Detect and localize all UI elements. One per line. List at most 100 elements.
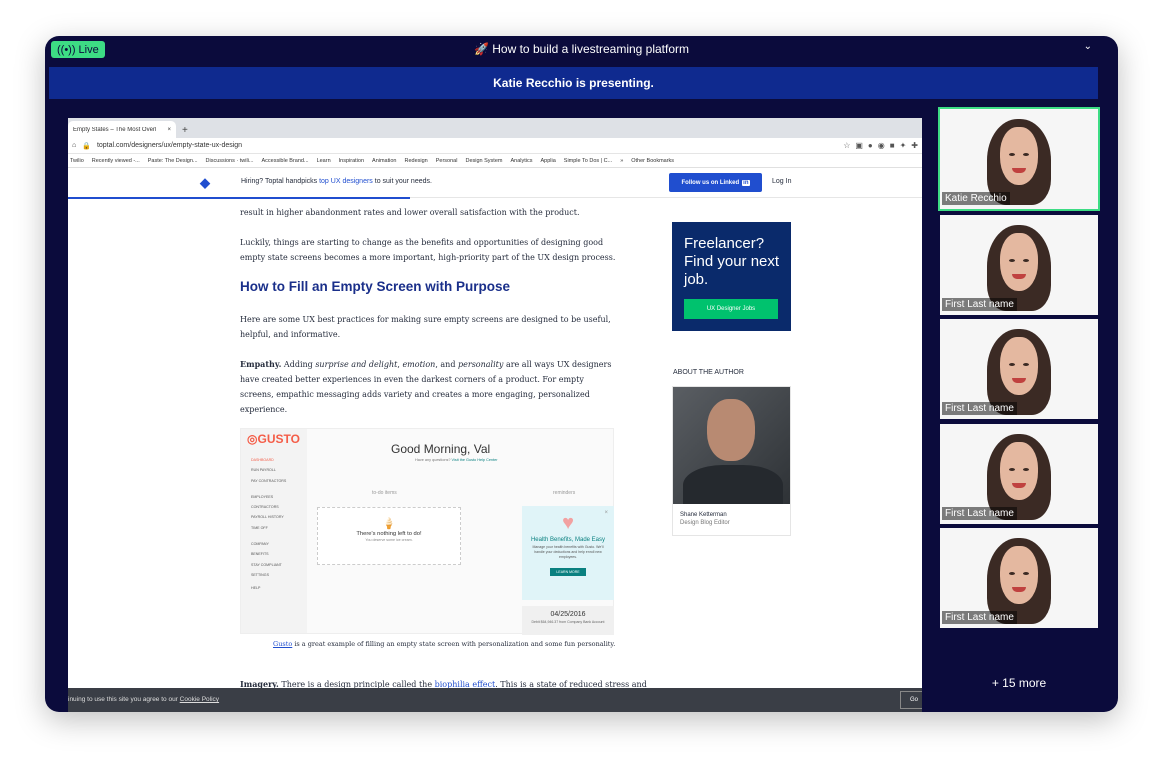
extension-icon[interactable]: ✦ xyxy=(900,141,907,150)
bookmark-item[interactable]: Simple To Dos | C... xyxy=(564,158,612,164)
hiring-suffix: to suit your needs. xyxy=(374,178,432,185)
freelancer-ad[interactable]: Freelancer? Find your next job. UX Desig… xyxy=(672,222,791,331)
ad-text: Freelancer? Find your next job. xyxy=(684,235,780,288)
cookie-policy-link[interactable]: Cookie Policy xyxy=(180,696,219,703)
participant-tile[interactable]: First Last name xyxy=(940,319,1098,419)
paragraph: Luckily, things are starting to change a… xyxy=(240,238,616,262)
cookie-message: inuing to use this site you agree to our xyxy=(68,696,178,703)
participant-name: First Last name xyxy=(942,298,1017,311)
bookmark-item[interactable]: Personal xyxy=(436,158,458,164)
puzzle-icon[interactable]: ✚ xyxy=(911,141,918,150)
participant-tile[interactable]: First Last name xyxy=(940,215,1098,315)
paragraph: Here are some UX best practices for maki… xyxy=(240,315,611,339)
text: emotion xyxy=(402,360,436,369)
todo-empty-box: 🍦 There's nothing left to do! You deserv… xyxy=(317,507,461,565)
participant-tile[interactable]: Katie Recchio xyxy=(938,107,1100,211)
author-name: Shane Ketterman xyxy=(680,512,727,518)
participant-name: Katie Recchio xyxy=(942,192,1010,205)
gusto-menu-item: EMPLOYEES xyxy=(251,494,274,499)
bookmark-item[interactable]: Discussions · twili... xyxy=(206,158,254,164)
bookmark-item[interactable]: Accessible Brand... xyxy=(261,158,308,164)
gusto-screenshot: ◎GUSTO DASHBOARD RUN PAYROLL PAY CONTRAC… xyxy=(240,428,614,635)
bookmark-item[interactable]: Animation xyxy=(372,158,396,164)
paragraph-empathy: Empathy. Adding surprise and delight, em… xyxy=(240,357,620,417)
extension-icons: ☆ ▣ ● ◉ ■ ✦ ✚ xyxy=(843,141,918,150)
participant-tile[interactable]: First Last name xyxy=(940,528,1098,628)
image-caption: Gusto is a great example of filling an e… xyxy=(273,640,615,648)
text: surprise and delight xyxy=(315,360,398,369)
shared-screen: Empty States – The Most Overl × + ⌂ 🔒 to… xyxy=(68,118,922,712)
participant-name: First Last name xyxy=(942,402,1017,415)
text: , xyxy=(397,360,400,369)
gusto-menu-item: SETTINGS xyxy=(251,572,269,577)
close-icon: × xyxy=(604,510,608,516)
url-field[interactable]: toptal.com/designers/ux/empty-state-ux-d… xyxy=(97,142,837,149)
follow-label: Follow us on Linked xyxy=(681,179,740,186)
tab-title: Empty States – The Most Overl xyxy=(73,126,157,133)
gusto-menu-item: DASHBOARD xyxy=(251,458,274,462)
participant-name: First Last name xyxy=(942,507,1017,520)
camera-icon[interactable]: ◉ xyxy=(878,141,885,150)
bookmarks-bar: Twilio Recently viewed -... Paste: The D… xyxy=(68,154,922,168)
participant-tile[interactable]: First Last name xyxy=(940,424,1098,524)
hiring-prefix: Hiring? Toptal handpicks xyxy=(241,178,318,185)
reminder-card: × ♥ Health Benefits, Made Easy Manage yo… xyxy=(522,506,614,600)
reminders-label: reminders xyxy=(553,490,576,496)
follow-linkedin-button[interactable]: Follow us on Linked in xyxy=(669,173,762,192)
todo-subtitle: You deserve some ice cream. xyxy=(365,538,413,542)
gusto-menu-item: RUN PAYROLL xyxy=(251,468,276,473)
meeting-title: 🚀 How to build a livestreaming platform xyxy=(473,42,690,56)
top-bar: ((•)) Live 🚀 How to build a livestreamin… xyxy=(45,36,1118,63)
paragraph: result in higher abandonment rates and l… xyxy=(240,208,580,217)
author-card[interactable]: Shane Ketterman Design Blog Editor xyxy=(672,386,791,536)
chevron-down-icon[interactable]: ⌄ xyxy=(1084,41,1092,52)
bookmark-item[interactable]: Twilio xyxy=(70,158,84,164)
extension-icon[interactable]: ● xyxy=(868,141,873,150)
caption-text: is a great example of filling an empty s… xyxy=(294,640,616,648)
more-participants-button[interactable]: + 15 more xyxy=(940,676,1098,690)
gusto-question: Have any questions? Visit the Gusto Help… xyxy=(415,458,498,462)
browser-tab[interactable]: Empty States – The Most Overl × xyxy=(68,121,176,138)
ux-designer-jobs-button[interactable]: UX Designer Jobs xyxy=(684,299,778,319)
todo-label: to-do items xyxy=(372,490,397,496)
cookie-accept-button[interactable]: Go xyxy=(900,691,922,709)
reading-progress-bar xyxy=(68,197,410,199)
text: , and xyxy=(435,360,456,369)
address-bar: ⌂ 🔒 toptal.com/designers/ux/empty-state-… xyxy=(68,138,922,154)
presenting-banner: Katie Recchio is presenting. xyxy=(49,67,1098,99)
empathy-bold: Empathy. xyxy=(240,359,282,369)
gusto-menu-item: CONTRACTORS xyxy=(251,505,279,510)
new-tab-icon[interactable]: + xyxy=(182,125,188,138)
about-author-heading: ABOUT THE AUTHOR xyxy=(673,369,744,376)
bookmark-item[interactable]: Learn xyxy=(317,158,331,164)
bookmark-item[interactable]: Design System xyxy=(465,158,502,164)
extension-icon[interactable]: ▣ xyxy=(855,141,863,150)
gusto-menu-item: TIME OFF xyxy=(251,525,268,530)
bookmark-item[interactable]: Inspiration xyxy=(339,158,364,164)
bookmark-overflow[interactable]: » xyxy=(620,158,623,164)
gusto-sidebar: ◎GUSTO DASHBOARD RUN PAYROLL PAY CONTRAC… xyxy=(241,429,307,633)
hiring-link[interactable]: top UX designers xyxy=(319,178,373,185)
gusto-greeting: Good Morning, Val xyxy=(391,442,491,456)
bookmark-item[interactable]: Redesign xyxy=(405,158,428,164)
bookmark-item[interactable]: Analytics xyxy=(510,158,532,164)
extension-icon[interactable]: ■ xyxy=(890,141,895,150)
login-link[interactable]: Log In xyxy=(772,178,791,185)
text: Adding xyxy=(283,360,313,369)
gusto-link[interactable]: Gusto xyxy=(273,640,292,648)
author-role: Design Blog Editor xyxy=(680,520,730,526)
bookmark-item[interactable]: Recently viewed -... xyxy=(92,158,140,164)
star-icon[interactable]: ☆ xyxy=(843,141,850,150)
learn-more-button: LEARN MORE xyxy=(550,568,586,576)
bookmark-item[interactable]: Applia xyxy=(540,158,555,164)
gusto-menu-item: STAY COMPLIANT xyxy=(251,562,282,567)
bookmark-item[interactable]: Other Bookmarks xyxy=(631,158,674,164)
toptal-logo-icon[interactable]: ◆ xyxy=(200,175,210,191)
bookmark-item[interactable]: Paste: The Design... xyxy=(148,158,198,164)
cookie-banner: inuing to use this site you agree to our… xyxy=(68,688,922,712)
gusto-menu-item: PAY CONTRACTORS xyxy=(251,478,287,483)
meeting-window: ((•)) Live 🚀 How to build a livestreamin… xyxy=(45,36,1118,712)
home-icon[interactable]: ⌂ xyxy=(72,142,76,149)
text: personality xyxy=(458,360,504,369)
close-icon[interactable]: × xyxy=(167,127,171,133)
